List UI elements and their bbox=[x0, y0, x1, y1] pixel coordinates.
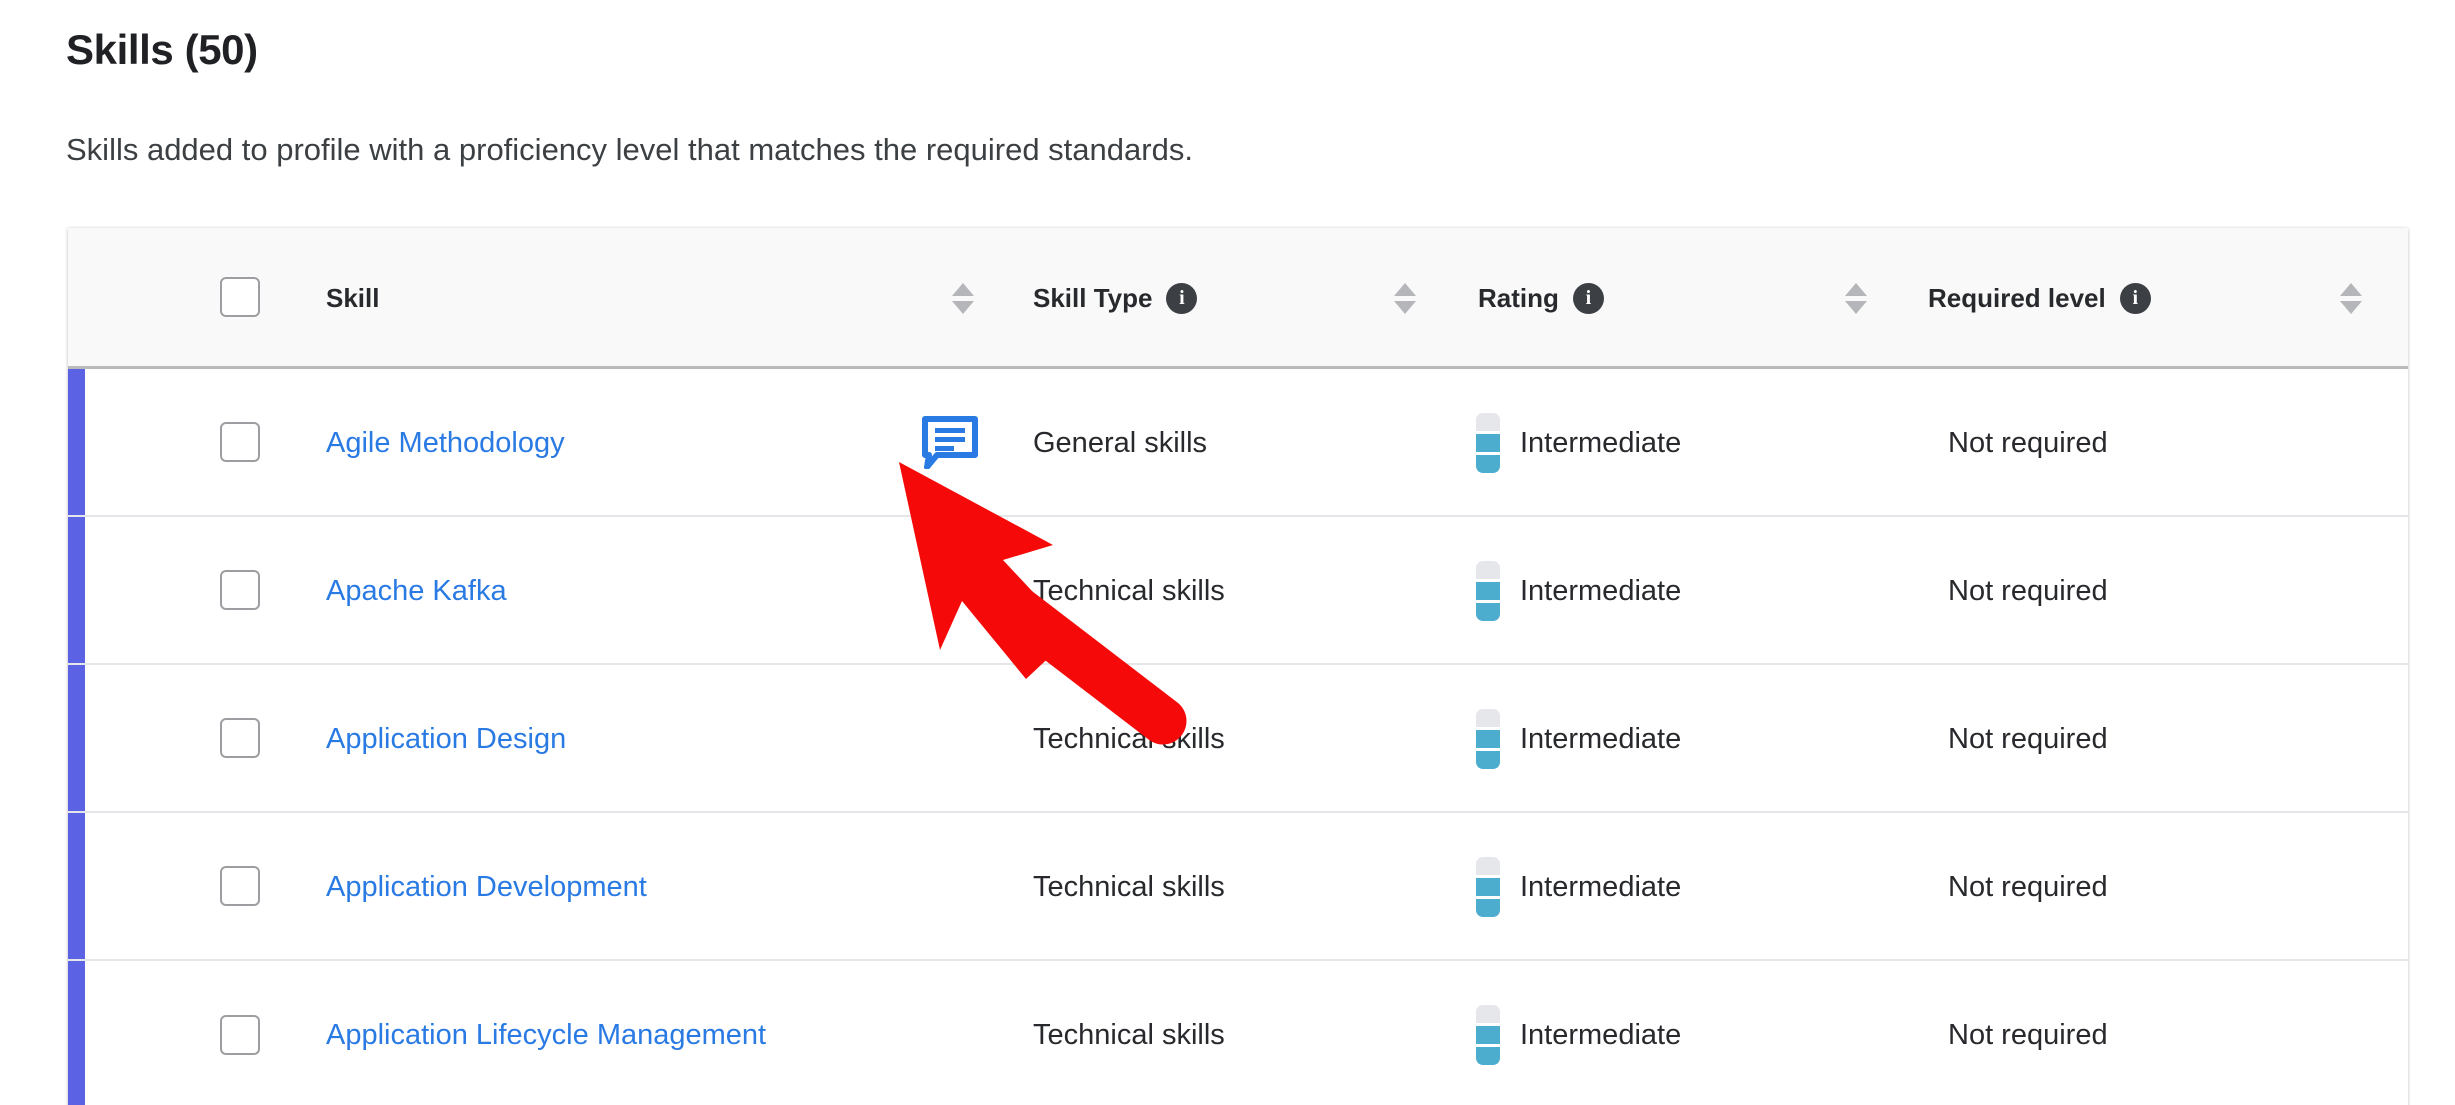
row-checkbox[interactable] bbox=[220, 570, 260, 610]
column-header-skill-label: Skill bbox=[326, 283, 380, 313]
cell-rating: Intermediate bbox=[1476, 369, 1681, 517]
column-header-skill-type[interactable]: Skill Type i bbox=[1033, 228, 1198, 369]
skill-link[interactable]: Application Lifecycle Management bbox=[326, 1019, 766, 1052]
row-accent-bar bbox=[68, 961, 85, 1105]
skills-table-body: Agile Methodology General skills Intermedi… bbox=[68, 369, 2408, 1105]
skill-link[interactable]: Application Development bbox=[326, 871, 647, 904]
cell-rating: Intermediate bbox=[1476, 517, 1681, 665]
skills-page: Skills (50) Skills added to profile with… bbox=[0, 0, 2455, 1105]
cell-skill: Application Lifecycle Management bbox=[326, 961, 766, 1105]
column-header-rating[interactable]: Rating i bbox=[1478, 228, 1604, 369]
row-checkbox[interactable] bbox=[220, 866, 260, 906]
rating-segment bbox=[1476, 729, 1500, 749]
row-checkbox[interactable] bbox=[220, 422, 260, 462]
rating-segment bbox=[1476, 1047, 1500, 1066]
rating-level-indicator bbox=[1476, 412, 1500, 474]
sort-icon-skill[interactable] bbox=[950, 228, 976, 369]
rating-segment bbox=[1476, 412, 1500, 431]
rating-segment bbox=[1476, 1025, 1500, 1045]
skill-link[interactable]: Apache Kafka bbox=[326, 575, 507, 608]
cell-skill: Application Development bbox=[326, 813, 647, 961]
cell-required-level: Not required bbox=[1948, 665, 2108, 813]
column-header-skill-type-label: Skill Type bbox=[1033, 283, 1153, 313]
skill-type-label: Technical skills bbox=[1033, 1018, 1225, 1051]
table-header-row: Skill Skill Type i Rating i Required lev… bbox=[68, 228, 2408, 369]
required-level-label: Not required bbox=[1948, 574, 2108, 607]
page-subtitle: Skills added to profile with a proficien… bbox=[66, 132, 1193, 167]
info-icon-rating[interactable]: i bbox=[1572, 283, 1604, 314]
cell-rating: Intermediate bbox=[1476, 813, 1681, 961]
row-accent-bar bbox=[68, 369, 85, 515]
rating-label: Intermediate bbox=[1520, 870, 1682, 903]
cell-rating: Intermediate bbox=[1476, 961, 1681, 1105]
info-icon-skill-type[interactable]: i bbox=[1166, 283, 1198, 314]
sort-icon-skill-type[interactable] bbox=[1392, 228, 1418, 369]
skill-link[interactable]: Application Design bbox=[326, 723, 566, 756]
column-header-skill[interactable]: Skill bbox=[326, 228, 379, 369]
table-row[interactable]: Application Development Technical skills I… bbox=[68, 813, 2408, 961]
column-header-rating-label: Rating bbox=[1478, 283, 1559, 313]
rating-label: Intermediate bbox=[1520, 722, 1682, 755]
row-accent-bar bbox=[68, 813, 85, 959]
select-all-checkbox[interactable] bbox=[220, 277, 260, 317]
rating-segment bbox=[1476, 581, 1500, 601]
rating-segment bbox=[1476, 751, 1500, 770]
cell-required-level: Not required bbox=[1948, 813, 2108, 961]
rating-level-indicator bbox=[1476, 856, 1500, 918]
row-checkbox[interactable] bbox=[220, 718, 260, 758]
skill-type-label: General skills bbox=[1033, 426, 1208, 459]
table-row[interactable]: Agile Methodology General skills Intermedi… bbox=[68, 369, 2408, 517]
cell-skill-type: General skills bbox=[1033, 369, 1207, 517]
skill-type-label: Technical skills bbox=[1033, 574, 1225, 607]
required-level-label: Not required bbox=[1948, 1018, 2108, 1051]
table-row[interactable]: Apache Kafka Technical skills Intermediate… bbox=[68, 517, 2408, 665]
rating-segment bbox=[1476, 433, 1500, 453]
rating-segment bbox=[1476, 877, 1500, 897]
cell-skill-type: Technical skills bbox=[1033, 517, 1225, 665]
rating-segment bbox=[1476, 1004, 1500, 1023]
row-checkbox[interactable] bbox=[220, 1015, 260, 1055]
required-level-label: Not required bbox=[1948, 722, 2108, 755]
cell-skill: Apache Kafka bbox=[326, 517, 507, 665]
cell-skill-type: Technical skills bbox=[1033, 813, 1225, 961]
rating-segment bbox=[1476, 899, 1500, 918]
rating-level-indicator bbox=[1476, 708, 1500, 770]
cell-rating: Intermediate bbox=[1476, 665, 1681, 813]
info-icon-required-level[interactable]: i bbox=[2119, 283, 2151, 314]
rating-segment bbox=[1476, 708, 1500, 727]
cell-required-level: Not required bbox=[1948, 517, 2108, 665]
skill-type-label: Technical skills bbox=[1033, 722, 1225, 755]
sort-icon-rating[interactable] bbox=[1843, 228, 1869, 369]
row-accent-bar bbox=[68, 517, 85, 663]
rating-segment bbox=[1476, 560, 1500, 579]
sort-icon-required-level[interactable] bbox=[2338, 228, 2364, 369]
rating-level-indicator bbox=[1476, 1004, 1500, 1066]
cell-skill-type: Technical skills bbox=[1033, 665, 1225, 813]
table-row[interactable]: Application Design Technical skills Interm… bbox=[68, 665, 2408, 813]
comment-bubble-icon[interactable] bbox=[921, 415, 979, 470]
cell-skill: Agile Methodology bbox=[326, 369, 565, 517]
page-title: Skills (50) bbox=[66, 26, 258, 73]
rating-segment bbox=[1476, 455, 1500, 474]
table-row[interactable]: Application Lifecycle Management Technica… bbox=[68, 961, 2408, 1105]
cell-skill-type: Technical skills bbox=[1033, 961, 1225, 1105]
rating-level-indicator bbox=[1476, 560, 1500, 622]
required-level-label: Not required bbox=[1948, 426, 2108, 459]
rating-label: Intermediate bbox=[1520, 1018, 1682, 1051]
skills-table-card: Skill Skill Type i Rating i Required lev… bbox=[68, 228, 2408, 1105]
rating-label: Intermediate bbox=[1520, 574, 1682, 607]
cell-skill: Application Design bbox=[326, 665, 566, 813]
cell-required-level: Not required bbox=[1948, 369, 2108, 517]
skill-type-label: Technical skills bbox=[1033, 870, 1225, 903]
rating-segment bbox=[1476, 603, 1500, 622]
column-header-required-level[interactable]: Required level i bbox=[1928, 228, 2151, 369]
cell-required-level: Not required bbox=[1948, 961, 2108, 1105]
rating-label: Intermediate bbox=[1520, 426, 1682, 459]
rating-segment bbox=[1476, 856, 1500, 875]
row-accent-bar bbox=[68, 665, 85, 811]
required-level-label: Not required bbox=[1948, 870, 2108, 903]
column-header-required-level-label: Required level bbox=[1928, 283, 2106, 313]
skill-link[interactable]: Agile Methodology bbox=[326, 427, 565, 460]
